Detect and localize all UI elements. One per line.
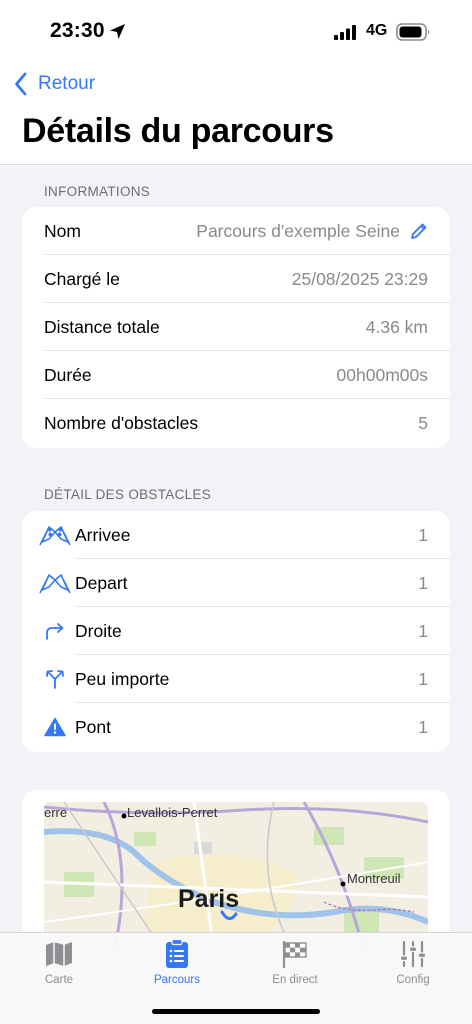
chevron-left-icon — [15, 72, 27, 96]
obstacle-count: 1 — [418, 572, 428, 593]
page-title: Détails du parcours — [22, 112, 334, 150]
info-row-name[interactable]: Nom Parcours d'exemple Seine — [22, 207, 450, 255]
status-bar: 23:30 4G — [0, 0, 472, 62]
warning-triangle-icon — [38, 715, 72, 739]
obstacle-count: 1 — [418, 524, 428, 545]
fork-arrow-icon — [38, 667, 72, 691]
obstacle-label: Peu importe — [75, 668, 170, 689]
obstacle-row-droite: Droite 1 — [22, 607, 450, 655]
obstacle-count: 1 — [418, 620, 428, 641]
map-card: erre Levallois-Perret Paris Montreuil — [22, 790, 450, 950]
tab-label: Config — [396, 974, 430, 986]
tab-carte[interactable]: Carte — [0, 939, 118, 995]
info-row-loaded: Chargé le 25/08/2025 23:29 — [22, 255, 450, 303]
obstacle-row-arrivee: Arrivee 1 — [22, 511, 450, 559]
cellular-signal-icon — [334, 25, 356, 40]
sliders-icon — [398, 939, 428, 969]
obstacle-label: Arrivee — [75, 524, 131, 545]
tab-en-direct[interactable]: En direct — [236, 939, 354, 995]
info-label: Distance totale — [44, 316, 160, 337]
tab-label: Parcours — [153, 974, 201, 986]
info-value: Parcours d'exemple Seine — [196, 220, 400, 241]
info-row-obstacle-count: Nombre d'obstacles 5 — [22, 399, 450, 447]
checkered-flags-icon — [38, 523, 72, 547]
informations-card: Nom Parcours d'exemple Seine Chargé le 2… — [22, 207, 450, 448]
info-row-distance: Distance totale 4.36 km — [22, 303, 450, 351]
obstacles-card: Arrivee 1 Depart 1 Droite 1 Peu importe … — [22, 511, 450, 752]
back-button[interactable]: Retour — [14, 70, 95, 98]
route-map[interactable]: erre Levallois-Perret Paris Montreuil — [44, 802, 428, 950]
tab-config[interactable]: Config — [354, 939, 472, 995]
obstacle-label: Depart — [75, 572, 128, 593]
obstacle-label: Pont — [75, 716, 111, 737]
obstacle-count: 1 — [418, 716, 428, 737]
pencil-edit-icon[interactable] — [410, 222, 428, 240]
tab-parcours[interactable]: Parcours — [118, 939, 236, 995]
status-time: 23:30 — [50, 19, 105, 42]
home-indicator — [152, 1009, 320, 1014]
info-value: 25/08/2025 23:29 — [291, 268, 428, 289]
info-value: 00h00m00s — [336, 364, 428, 385]
turn-right-arrow-icon — [38, 619, 72, 643]
info-value: 4.36 km — [365, 316, 428, 337]
obstacle-row-peu-importe: Peu importe 1 — [22, 655, 450, 703]
checkered-flag-icon — [280, 939, 310, 969]
clipboard-icon — [162, 939, 192, 969]
section-header-obstacles: DÉTAIL DES OBSTACLES — [44, 487, 212, 502]
info-label: Nom — [44, 220, 81, 241]
navigation-header: 23:30 4G Retour Détails du parcours — [0, 0, 472, 165]
network-type: 4G — [366, 22, 388, 39]
info-label: Durée — [44, 364, 92, 385]
battery-icon — [396, 23, 430, 41]
flags-outline-icon — [38, 571, 72, 595]
map-label-montreuil: Montreuil — [347, 871, 401, 886]
location-arrow-icon — [110, 24, 125, 39]
section-header-informations: INFORMATIONS — [44, 184, 151, 199]
obstacle-row-pont: Pont 1 — [22, 703, 450, 751]
tab-label: En direct — [272, 974, 318, 986]
info-label: Chargé le — [44, 268, 120, 289]
map-icon — [44, 939, 74, 969]
tab-label: Carte — [44, 974, 74, 986]
info-value: 5 — [418, 412, 428, 433]
map-label-levallois: Levallois-Perret — [127, 805, 218, 820]
obstacle-label: Droite — [75, 620, 122, 641]
obstacle-count: 1 — [418, 668, 428, 689]
map-label-paris: Paris — [178, 885, 240, 913]
back-button-label: Retour — [38, 73, 96, 94]
map-label-edge: erre — [44, 805, 68, 820]
obstacle-row-depart: Depart 1 — [22, 559, 450, 607]
info-label: Nombre d'obstacles — [44, 412, 199, 433]
info-row-duration: Durée 00h00m00s — [22, 351, 450, 399]
